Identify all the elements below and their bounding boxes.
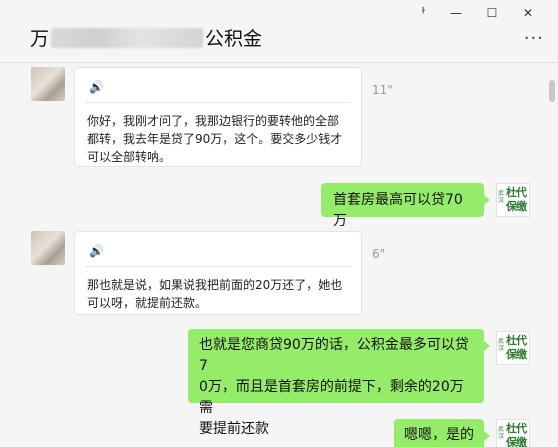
- scrollbar[interactable]: [549, 80, 555, 102]
- voice-duration: 11": [372, 83, 393, 97]
- chat-title[interactable]: 万 公积金: [30, 24, 262, 51]
- transcript-text: 你好，我刚才问了，我那边银行的要转他的全部都转，我去年是贷了90万，这个。要交多…: [87, 114, 343, 164]
- message-text-line-1: 也就是您商贷90万的话，公积金最多可以贷7: [199, 337, 469, 374]
- voice-icon: 🔊: [89, 80, 104, 94]
- self-avatar[interactable]: 武汉 杜代保缴: [496, 183, 530, 217]
- chat-title-prefix: 万: [30, 28, 50, 50]
- contact-avatar[interactable]: [31, 231, 65, 265]
- message-text: 首套房最高可以贷70万: [333, 192, 463, 229]
- outgoing-message[interactable]: 首套房最高可以贷70万: [321, 183, 490, 229]
- maximize-icon[interactable]: ☐: [474, 4, 510, 22]
- outgoing-message[interactable]: 也就是您商贷90万的话，公积金最多可以贷7 0万，而且是首套房的前提下，剩余的2…: [188, 329, 490, 437]
- contact-avatar[interactable]: [31, 67, 65, 101]
- avatar-small-text: 武汉: [498, 190, 505, 204]
- redacted-name: [51, 27, 204, 48]
- avatar-brand-text: 杜代保缴: [506, 334, 527, 361]
- message-text: 嗯嗯，是的: [404, 427, 474, 443]
- avatar-brand-text: 杜代保缴: [506, 186, 527, 213]
- more-options-icon[interactable]: ···: [524, 28, 544, 49]
- avatar-small-text: 武汉: [498, 338, 505, 352]
- avatar-brand-text: 杜代保缴: [506, 422, 527, 447]
- divider: [85, 266, 351, 267]
- self-avatar[interactable]: 武汉 杜代保缴: [496, 331, 530, 365]
- self-avatar[interactable]: 武汉 杜代保缴: [496, 419, 530, 447]
- incoming-voice-message[interactable]: 🔊 你好，我刚才问了，我那边银行的要转他的全部都转，我去年是贷了90万，这个。要…: [74, 67, 362, 167]
- divider: [85, 102, 351, 103]
- chat-title-suffix: 公积金: [205, 28, 263, 50]
- outgoing-message[interactable]: 嗯嗯，是的: [394, 419, 490, 447]
- transcript-text: 那也就是说，如果说我把前面的20万还了，她也可以呀，就提前还款。: [87, 278, 343, 310]
- voice-icon: 🔊: [89, 244, 104, 258]
- close-icon[interactable]: ✕: [510, 4, 546, 22]
- message-text-line-2: 0万，而且是首套房的前提下，剩余的20万需: [199, 379, 464, 416]
- avatar-small-text: 武汉: [498, 426, 505, 440]
- pin-icon[interactable]: ᅡ: [402, 4, 438, 22]
- minimize-icon[interactable]: —: [438, 4, 474, 22]
- voice-duration: 6": [372, 247, 386, 261]
- window-controls: ᅡ — ☐ ✕: [402, 4, 546, 22]
- message-list[interactable]: 🔊 你好，我刚才问了，我那边银行的要转他的全部都转，我去年是贷了90万，这个。要…: [0, 63, 545, 447]
- chat-header: 万 公积金 ᅡ — ☐ ✕ ···: [0, 0, 558, 63]
- incoming-voice-message[interactable]: 🔊 那也就是说，如果说我把前面的20万还了，她也可以呀，就提前还款。: [74, 231, 362, 315]
